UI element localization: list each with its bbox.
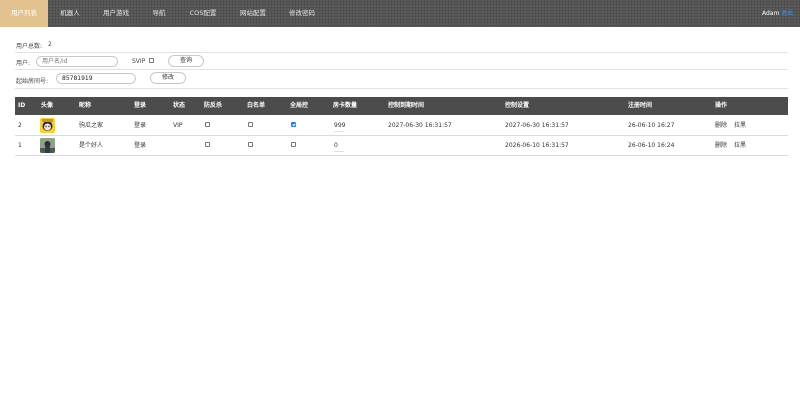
user-total-value: 2 bbox=[48, 41, 52, 48]
col-room-cards: 房卡数量 bbox=[333, 102, 358, 109]
delete-link[interactable]: 删除 bbox=[715, 136, 727, 155]
user-avatar bbox=[40, 138, 55, 153]
delete-link[interactable]: 删除 bbox=[715, 116, 727, 135]
divider bbox=[15, 88, 788, 89]
tab-cos-config[interactable]: COS配置 bbox=[178, 0, 228, 27]
col-control-setting: 控制设置 bbox=[505, 102, 530, 109]
tab-change-password[interactable]: 修改密码 bbox=[278, 0, 326, 27]
col-actions: 操作 bbox=[715, 102, 728, 109]
col-status: 状态 bbox=[173, 102, 186, 109]
col-global-control: 全局控 bbox=[290, 102, 309, 109]
photo-avatar-icon bbox=[40, 138, 55, 153]
user-avatar bbox=[40, 118, 55, 133]
user-search-input[interactable] bbox=[36, 56, 118, 67]
logout-link[interactable]: 退出 bbox=[781, 0, 793, 27]
col-register-time: 注册时间 bbox=[628, 102, 653, 109]
login-link[interactable]: 登录 bbox=[134, 136, 146, 155]
col-nickname: 昵称 bbox=[79, 102, 92, 109]
top-navigation-bar: 用户列表 机器人 用户游戏 导航 COS配置 网站配置 修改密码 Adam 退出 bbox=[0, 0, 800, 27]
login-link[interactable]: 登录 bbox=[134, 116, 146, 135]
divider bbox=[15, 69, 788, 70]
col-anti-kill: 防反杀 bbox=[204, 102, 223, 109]
cell-nickname: 驹瓜之家 bbox=[79, 122, 104, 129]
cell-id: 1 bbox=[18, 142, 22, 149]
global-control-checkbox[interactable] bbox=[291, 142, 296, 147]
whitelist-checkbox[interactable] bbox=[248, 142, 253, 147]
table-row: 2 驹瓜之家 登录 VIP 999 2027-06-30 16:31:57 20… bbox=[15, 116, 788, 136]
cell-nickname: 是个好人 bbox=[79, 142, 104, 149]
block-link[interactable]: 拉黑 bbox=[734, 136, 746, 155]
current-user-name: Adam bbox=[762, 10, 780, 17]
svip-label: SVIP bbox=[132, 58, 146, 65]
global-control-checkbox[interactable] bbox=[291, 122, 296, 127]
cell-control-setting[interactable]: 2027-06-30 16:31:57 bbox=[505, 116, 569, 135]
room-cards-underline bbox=[334, 151, 344, 152]
cell-room-cards[interactable]: 999 bbox=[334, 116, 345, 135]
tab-user-list[interactable]: 用户列表 bbox=[0, 0, 48, 27]
user-total-label: 用户总数: bbox=[16, 43, 43, 50]
anti-kill-checkbox[interactable] bbox=[205, 142, 210, 147]
col-login: 登录 bbox=[134, 102, 147, 109]
cartoon-avatar-icon bbox=[40, 118, 55, 133]
cell-register-time: 26-06-10 16:27 bbox=[628, 122, 675, 129]
tab-navigation[interactable]: 导航 bbox=[140, 0, 178, 27]
whitelist-checkbox[interactable] bbox=[248, 122, 253, 127]
modify-button[interactable]: 修改 bbox=[150, 72, 186, 84]
table-header: ID 头像 昵称 登录 状态 防反杀 白名单 全局控 房卡数量 控制到期时间 控… bbox=[15, 97, 788, 115]
col-whitelist: 白名单 bbox=[247, 102, 266, 109]
tab-robot[interactable]: 机器人 bbox=[48, 0, 92, 27]
divider bbox=[15, 52, 788, 53]
col-avatar: 头像 bbox=[41, 102, 54, 109]
query-button[interactable]: 查询 bbox=[168, 55, 204, 67]
cell-status: VIP bbox=[173, 122, 183, 129]
col-id: ID bbox=[18, 102, 26, 109]
tab-user-games[interactable]: 用户游戏 bbox=[92, 0, 140, 27]
cell-control-setting[interactable]: 2026-06-10 16:31:57 bbox=[505, 136, 569, 155]
tab-site-config[interactable]: 网站配置 bbox=[228, 0, 278, 27]
anti-kill-checkbox[interactable] bbox=[205, 122, 210, 127]
block-link[interactable]: 拉黑 bbox=[734, 116, 746, 135]
user-search-label: 用户: bbox=[16, 60, 31, 67]
start-room-label: 起始房间号: bbox=[16, 78, 49, 85]
svip-checkbox[interactable] bbox=[149, 58, 154, 63]
cell-id: 2 bbox=[18, 122, 22, 129]
col-control-expire: 控制到期时间 bbox=[388, 102, 425, 109]
start-room-input[interactable] bbox=[56, 73, 136, 84]
cell-register-time: 26-06-10 16:24 bbox=[628, 142, 675, 149]
room-cards-underline bbox=[334, 131, 344, 132]
table-row: 1 是个好人 登录 0 2026-06-10 16:31:57 26-06-10… bbox=[15, 136, 788, 156]
cell-control-expire: 2027-06-30 16:31:57 bbox=[388, 122, 452, 129]
cell-room-cards[interactable]: 0 bbox=[334, 136, 338, 155]
